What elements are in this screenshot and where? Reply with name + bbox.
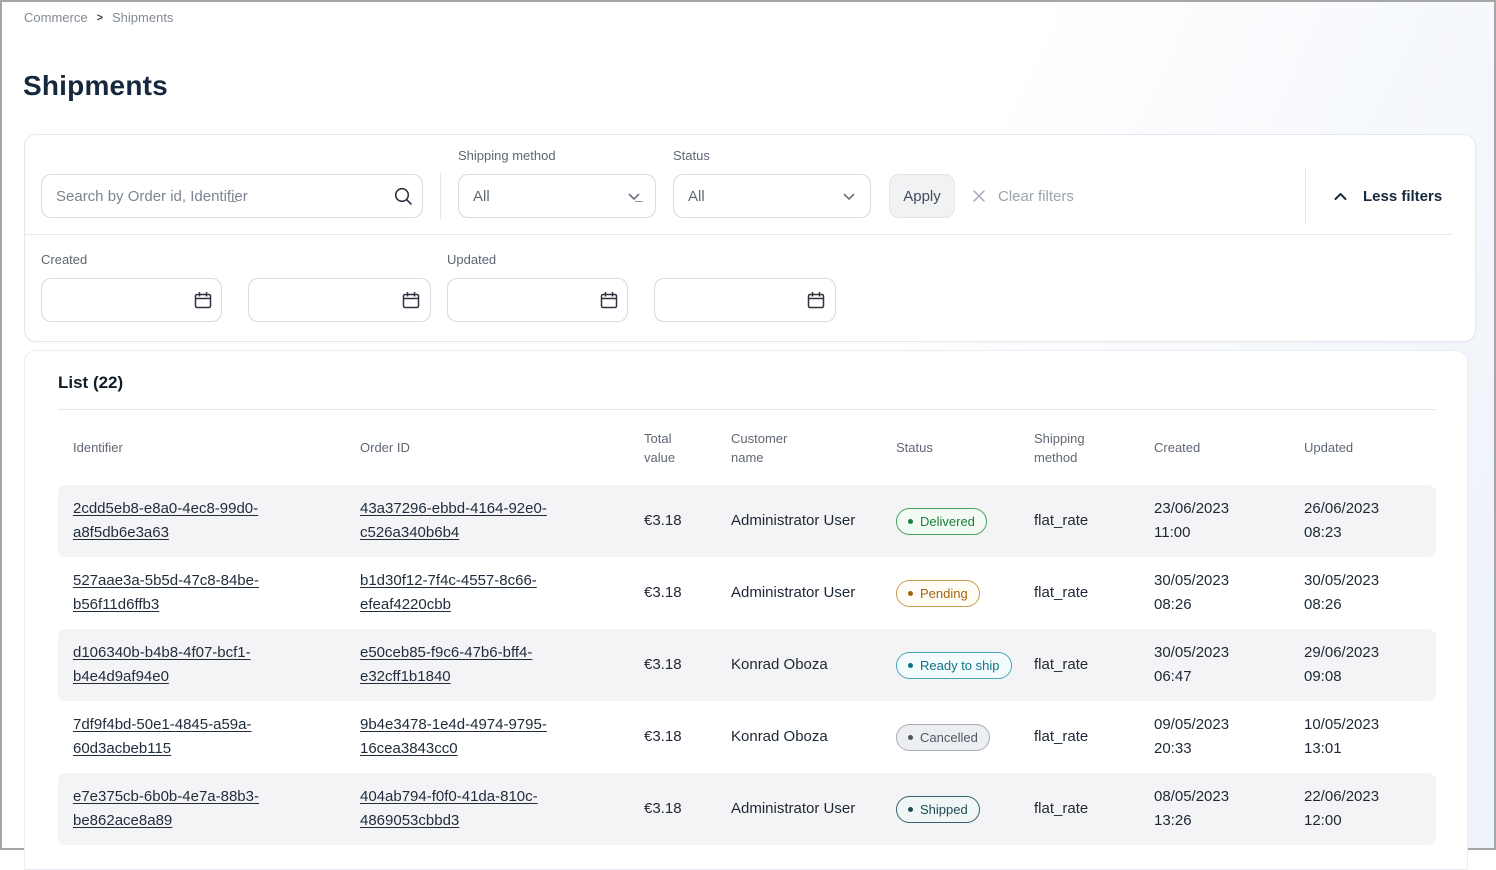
breadcrumb-shipments[interactable]: Shipments — [112, 10, 173, 25]
order-id-link[interactable]: b1d30f12-7f4c-4557-8c66-efeaf4220cbb — [360, 569, 585, 617]
total-value: €3.18 — [629, 653, 716, 677]
filter-row-divider — [25, 234, 1453, 235]
total-value: €3.18 — [629, 509, 716, 533]
clear-filters-label: Clear filters — [998, 188, 1074, 205]
order-id-link[interactable]: 404ab794-f0f0-41da-810c-4869053cbbd3 — [360, 785, 585, 833]
created-from-input[interactable] — [41, 278, 222, 322]
created-at: 08/05/202313:26 — [1139, 785, 1289, 833]
shipping-method-value: All — [473, 188, 490, 205]
col-shipping-method: Shipping method — [1019, 429, 1139, 467]
created-label: Created — [41, 252, 87, 267]
list-title: List (22) — [58, 373, 1434, 393]
shipping-method: flat_rate — [1019, 725, 1139, 749]
created-to-input[interactable] — [248, 278, 431, 322]
breadcrumb: Commerce > Shipments — [24, 10, 173, 25]
status-badge: Cancelled — [896, 724, 990, 751]
created-at: 09/05/202320:33 — [1139, 713, 1289, 761]
customer-name: Konrad Oboza — [716, 653, 881, 677]
col-total-value: Total value — [629, 429, 716, 467]
customer-name: Konrad Oboza — [716, 725, 881, 749]
customer-name: Administrator User — [716, 797, 881, 821]
col-created: Created — [1139, 438, 1259, 457]
identifier-link[interactable]: d106340b-b4b8-4f07-bcf1-b4e4d9af94e0 — [73, 641, 298, 689]
identifier-link[interactable]: 527aae3a-5b5d-47c8-84be-b56f11d6ffb3 — [73, 569, 298, 617]
range-separator: – — [229, 192, 237, 208]
created-at: 30/05/202306:47 — [1139, 641, 1289, 689]
status-dot-icon — [908, 663, 913, 668]
status-dot-icon — [908, 519, 913, 524]
col-identifier: Identifier — [58, 438, 178, 457]
customer-name: Administrator User — [716, 581, 881, 605]
updated-at: 22/06/202312:00 — [1289, 785, 1436, 833]
table-row: 7df9f4bd-50e1-4845-a59a-60d3acbeb115 9b4… — [58, 701, 1436, 773]
breadcrumb-commerce[interactable]: Commerce — [24, 10, 88, 25]
updated-to-input[interactable] — [654, 278, 836, 322]
updated-label: Updated — [447, 252, 496, 267]
filter-divider — [1305, 168, 1306, 223]
page-title: Shipments — [23, 70, 168, 102]
customer-name: Administrator User — [716, 509, 881, 533]
status-dot-icon — [908, 591, 913, 596]
order-id-link[interactable]: 43a37296-ebbd-4164-92e0-c526a340b6b4 — [360, 497, 585, 545]
clear-filters-button[interactable]: Clear filters — [971, 174, 1074, 218]
shipping-method: flat_rate — [1019, 509, 1139, 533]
filter-divider — [440, 173, 441, 219]
status-badge: Shipped — [896, 796, 980, 823]
chevron-down-icon — [840, 188, 858, 206]
shipments-list-panel: List (22) Identifier Order ID Total valu… — [24, 350, 1468, 870]
col-status: Status — [881, 438, 1001, 457]
order-id-link[interactable]: e50ceb85-f9c6-47b6-bff4-e32cff1b1840 — [360, 641, 585, 689]
col-order-id: Order ID — [345, 438, 465, 457]
col-updated: Updated — [1289, 438, 1409, 457]
shipping-method-label: Shipping method — [458, 148, 556, 163]
status-dot-icon — [908, 735, 913, 740]
shipments-page: Commerce > Shipments Shipments Shipping … — [0, 0, 1496, 850]
close-icon — [971, 188, 987, 204]
status-select[interactable]: All — [673, 174, 871, 218]
shipments-table: Identifier Order ID Total value Customer… — [58, 409, 1436, 845]
shipping-method-select[interactable]: All — [458, 174, 656, 218]
identifier-link[interactable]: 7df9f4bd-50e1-4845-a59a-60d3acbeb115 — [73, 713, 298, 761]
order-id-link[interactable]: 9b4e3478-1e4d-4974-9795-16cea3843cc0 — [360, 713, 585, 761]
col-customer-name: Customer name — [716, 429, 836, 467]
status-badge: Pending — [896, 580, 980, 607]
updated-at: 26/06/202308:23 — [1289, 497, 1436, 545]
created-at: 30/05/202308:26 — [1139, 569, 1289, 617]
table-body: 2cdd5eb8-e8a0-4ec8-99d0-a8f5db6e3a63 43a… — [58, 485, 1436, 845]
created-at: 23/06/202311:00 — [1139, 497, 1289, 545]
chevron-up-icon — [1331, 187, 1350, 206]
identifier-link[interactable]: e7e375cb-6b0b-4e7a-88b3-be862ace8a89 — [73, 785, 298, 833]
status-label: Status — [673, 148, 710, 163]
shipping-method: flat_rate — [1019, 653, 1139, 677]
table-header-row: Identifier Order ID Total value Customer… — [58, 409, 1436, 485]
updated-at: 10/05/202313:01 — [1289, 713, 1436, 761]
filters-panel: Shipping method All Status All Apply Cle… — [24, 134, 1476, 342]
updated-at: 30/05/202308:26 — [1289, 569, 1436, 617]
breadcrumb-separator: > — [97, 12, 103, 24]
total-value: €3.18 — [629, 581, 716, 605]
table-row: e7e375cb-6b0b-4e7a-88b3-be862ace8a89 404… — [58, 773, 1436, 845]
table-row: 527aae3a-5b5d-47c8-84be-b56f11d6ffb3 b1d… — [58, 557, 1436, 629]
shipping-method: flat_rate — [1019, 797, 1139, 821]
identifier-link[interactable]: 2cdd5eb8-e8a0-4ec8-99d0-a8f5db6e3a63 — [73, 497, 298, 545]
updated-at: 29/06/202309:08 — [1289, 641, 1436, 689]
less-filters-toggle[interactable]: Less filters — [1331, 174, 1442, 218]
shipping-method: flat_rate — [1019, 581, 1139, 605]
total-value: €3.18 — [629, 725, 716, 749]
less-filters-label: Less filters — [1363, 188, 1442, 205]
status-badge: Ready to ship — [896, 652, 1012, 679]
range-separator: – — [635, 192, 643, 208]
table-row: 2cdd5eb8-e8a0-4ec8-99d0-a8f5db6e3a63 43a… — [58, 485, 1436, 557]
total-value: €3.18 — [629, 797, 716, 821]
status-dot-icon — [908, 807, 913, 812]
status-badge: Delivered — [896, 508, 987, 535]
status-value: All — [688, 188, 705, 205]
table-row: d106340b-b4b8-4f07-bcf1-b4e4d9af94e0 e50… — [58, 629, 1436, 701]
apply-button[interactable]: Apply — [889, 174, 955, 218]
updated-from-input[interactable] — [447, 278, 628, 322]
